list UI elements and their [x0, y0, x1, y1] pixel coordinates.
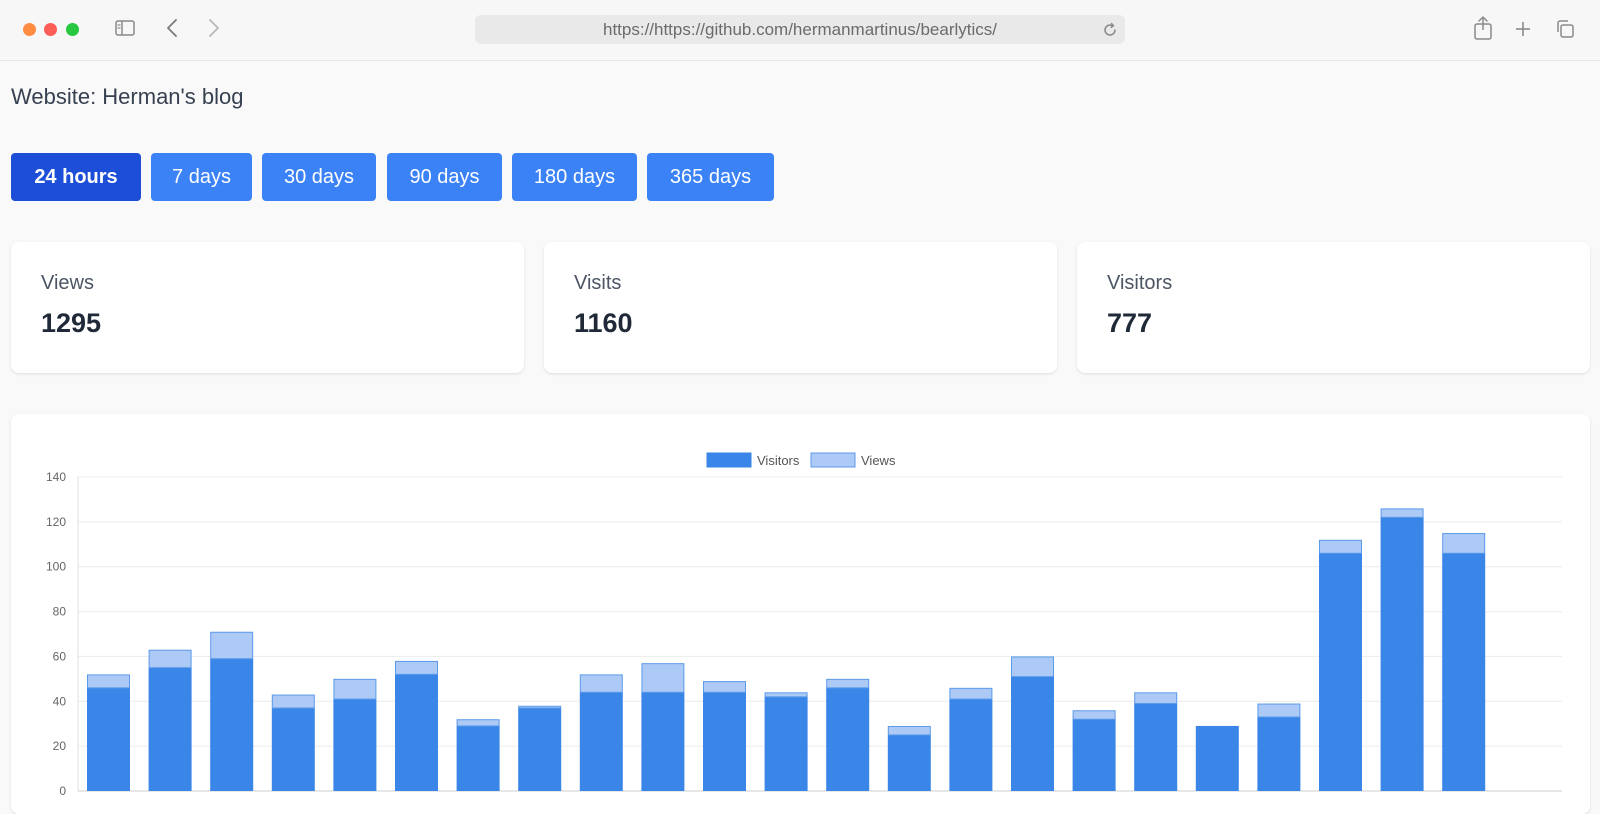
views-bar [887, 725, 931, 736]
visitors-bar [148, 667, 192, 791]
stat-label: Visitors [1107, 272, 1173, 294]
stat-label: Views [41, 272, 94, 294]
share-icon[interactable] [1472, 15, 1494, 41]
reload-icon[interactable] [1101, 21, 1119, 39]
legend-label: Visitors [757, 453, 800, 468]
views-bar [764, 692, 808, 698]
visitors-bar [333, 699, 377, 791]
visitors-bar [1257, 716, 1301, 791]
visitors-bar [271, 708, 315, 791]
traffic-chart-card: 0 20 40 60 80 100 120 140 Visitors Views [11, 414, 1590, 814]
visitors-bar [887, 734, 931, 791]
stat-value: 777 [1107, 308, 1153, 338]
range-30-days-button[interactable]: 30 days [262, 153, 376, 201]
visitors-bar [1442, 553, 1486, 791]
visitors-bar [395, 674, 438, 791]
views-bar [456, 719, 500, 727]
close-window-button[interactable] [23, 23, 36, 36]
visitors-bar [764, 696, 808, 791]
new-tab-icon[interactable] [1513, 19, 1533, 39]
y-tick-label: 60 [53, 649, 67, 663]
forward-icon[interactable] [202, 17, 224, 39]
legend-label: Views [861, 453, 896, 468]
tab-overview-icon[interactable] [1554, 18, 1576, 40]
stat-card-visitors: Visitors 777 [1077, 242, 1590, 373]
visitors-bar [210, 658, 254, 791]
visitors-bar [1011, 676, 1054, 791]
stat-label: Visits [574, 272, 622, 294]
y-tick-label: 20 [53, 739, 67, 753]
visitors-bar [641, 692, 685, 791]
stat-value: 1295 [41, 308, 102, 338]
views-bar [1257, 703, 1301, 718]
stat-card-views: Views 1295 [11, 242, 524, 373]
y-tick-label: 100 [46, 560, 66, 574]
views-bar [148, 649, 192, 669]
legend-swatch [706, 452, 752, 468]
address-text: https://https://github.com/hermanmartinu… [602, 20, 997, 39]
visitors-bar [1134, 703, 1178, 791]
views-bar [703, 681, 746, 693]
y-tick-label: 40 [53, 694, 67, 708]
browser-titlebar: https://https://github.com/hermanmartinu… [0, 0, 1600, 61]
views-bar [395, 660, 438, 675]
views-bar [826, 678, 870, 689]
zoom-window-button[interactable] [66, 23, 79, 36]
traffic-bar-chart: 0 20 40 60 80 100 120 140 Visitors Views [46, 452, 1562, 798]
visitors-bar [1380, 517, 1424, 791]
stat-card-visits: Visits 1160 [544, 242, 1057, 373]
views-bar [1442, 533, 1486, 554]
views-bar [1072, 710, 1116, 720]
views-bar [1380, 508, 1424, 518]
views-bar [1011, 656, 1054, 678]
views-bar [87, 674, 130, 689]
views-bar [210, 631, 254, 660]
visitors-bar [949, 699, 993, 791]
views-bar [579, 674, 623, 693]
visitors-bar [456, 725, 500, 791]
y-tick-label: 140 [46, 470, 66, 484]
visitors-bar [826, 687, 870, 791]
back-icon[interactable] [162, 17, 184, 39]
views-bar [333, 678, 377, 700]
range-90-days-button[interactable]: 90 days [387, 153, 502, 201]
range-24-hours-button[interactable]: 24 hours [11, 153, 141, 201]
address-bar[interactable]: https://https://github.com/hermanmartinu… [475, 15, 1125, 44]
legend-swatch [810, 452, 856, 468]
views-bar [949, 687, 993, 700]
y-tick-label: 120 [46, 515, 66, 529]
page-title: Website: Herman's blog [11, 84, 244, 109]
views-bar [641, 663, 685, 693]
range-365-days-button[interactable]: 365 days [647, 153, 774, 201]
views-bar [1134, 692, 1178, 705]
minimize-window-button[interactable] [44, 23, 57, 36]
range-7-days-button[interactable]: 7 days [151, 153, 252, 201]
sidebar-icon[interactable] [114, 17, 136, 39]
visitors-bar [1195, 725, 1239, 791]
visitors-bar [703, 692, 746, 791]
stat-value: 1160 [574, 308, 633, 338]
views-bar [1319, 539, 1362, 554]
views-bar [518, 705, 562, 709]
visitors-bar [518, 708, 562, 791]
range-180-days-button[interactable]: 180 days [512, 153, 637, 201]
visitors-bar [1319, 553, 1362, 791]
y-tick-label: 80 [53, 605, 67, 619]
visitors-bar [87, 687, 130, 791]
y-tick-label: 0 [59, 784, 66, 798]
visitors-bar [1072, 719, 1116, 791]
views-bar [271, 694, 315, 709]
visitors-bar [579, 692, 623, 791]
